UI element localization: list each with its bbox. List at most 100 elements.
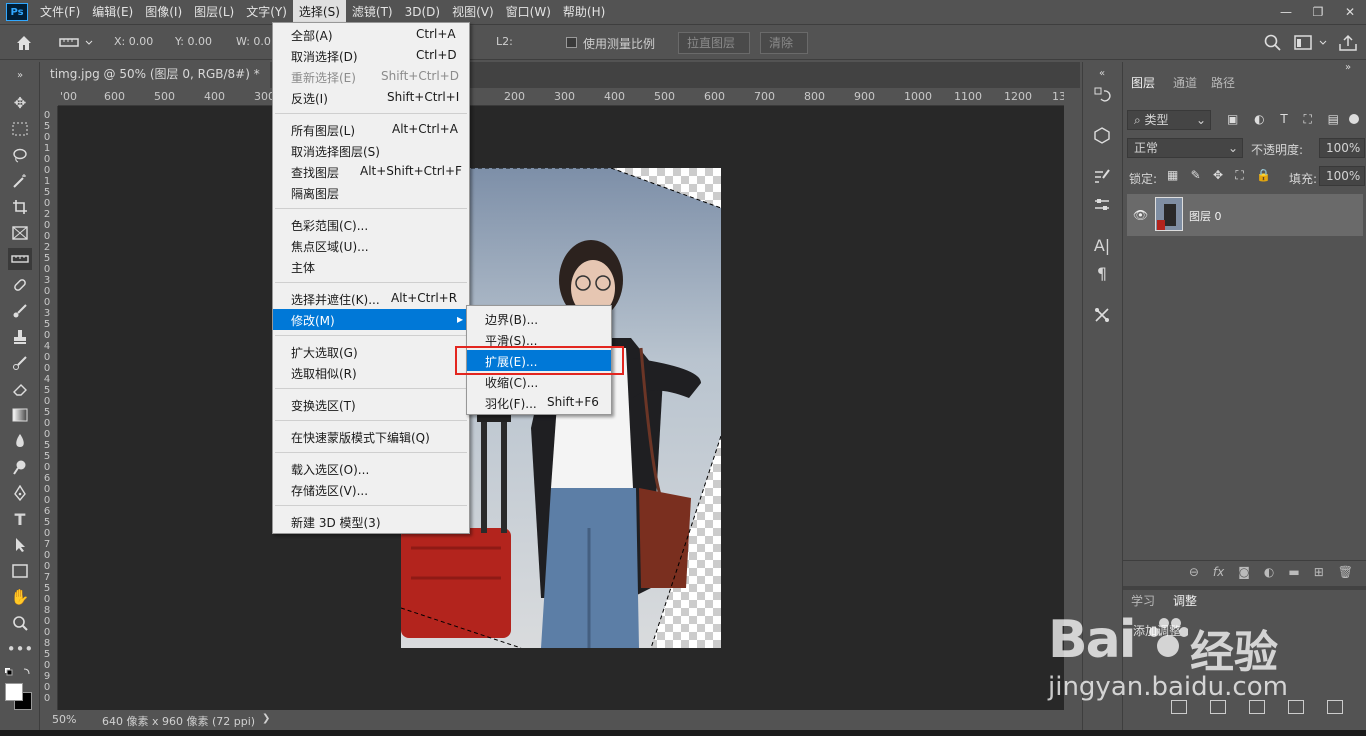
hand-tool-icon[interactable]: ✋ [8, 586, 32, 608]
collapse-icon[interactable]: » [8, 64, 32, 86]
foreground-color-swatch[interactable] [5, 683, 23, 701]
clone-stamp-tool-icon[interactable] [8, 326, 32, 348]
menu-item-inverse[interactable]: 反选(I) Shift+Ctrl+I [273, 87, 469, 108]
adjustment-filter-icon[interactable]: ◐ [1254, 112, 1264, 128]
menu-window[interactable]: 窗口(W) [500, 0, 557, 24]
document-tab[interactable]: timg.jpg @ 50% (图层 0, RGB/8#) * [40, 62, 270, 88]
menu-select[interactable]: 选择(S) [292, 0, 346, 24]
visibility-eye-icon[interactable]: 👁 [1133, 208, 1148, 222]
type-tool-icon[interactable]: T [8, 508, 32, 530]
menu-item-reselect[interactable]: 重新选择(E) Shift+Ctrl+D [273, 66, 469, 87]
search-icon[interactable] [1262, 33, 1284, 53]
tab-channels[interactable]: 通道 [1165, 72, 1205, 94]
menu-layer[interactable]: 图层(L) [188, 0, 240, 24]
lock-position-icon[interactable]: ✥ [1213, 168, 1223, 184]
layer-filter-select[interactable]: ⌕ 类型 ⌄ [1127, 110, 1211, 130]
menu-item-deselect-layers[interactable]: 取消选择图层(S) [273, 140, 469, 161]
straighten-layer-button[interactable]: 拉直图层 [678, 32, 750, 54]
menu-item-border[interactable]: 边界(B)... [467, 308, 611, 329]
zoom-tool-icon[interactable] [8, 612, 32, 634]
paragraph-icon[interactable]: ¶ [1090, 262, 1114, 284]
new-layer-icon[interactable]: ⊞ [1314, 565, 1324, 579]
path-selection-tool-icon[interactable] [8, 534, 32, 556]
more-tools-icon[interactable]: ••• [7, 638, 34, 660]
menu-item-save-selection[interactable]: 存储选区(V)... [273, 479, 469, 500]
tab-layers[interactable]: 图层 [1123, 72, 1164, 94]
tab-adjustments[interactable]: 调整 [1165, 590, 1206, 612]
menu-item-grow[interactable]: 扩大选取(G) [273, 341, 469, 362]
opacity-field[interactable]: 100% [1319, 138, 1365, 158]
gradient-tool-icon[interactable] [8, 404, 32, 426]
add-mask-icon[interactable]: ◙ [1238, 565, 1250, 579]
menu-view[interactable]: 视图(V) [446, 0, 500, 24]
menu-item-subject[interactable]: 主体 [273, 256, 469, 277]
blur-tool-icon[interactable] [8, 430, 32, 452]
delete-layer-icon[interactable]: 🗑 [1338, 565, 1353, 579]
close-button[interactable]: ✕ [1334, 0, 1366, 24]
zoom-level[interactable]: 50% [52, 713, 76, 726]
tool-presets-icon[interactable] [1090, 304, 1114, 326]
status-arrow-icon[interactable]: ❯ [262, 713, 270, 724]
swap-colors-icon[interactable] [4, 666, 34, 680]
lock-icons[interactable]: ▦ ✎ ✥ ⛶ 🔒 [1167, 168, 1271, 184]
crop-tool-icon[interactable] [8, 196, 32, 218]
menu-item-modify[interactable]: 修改(M) ▸ [273, 309, 469, 330]
marquee-tool-icon[interactable] [8, 118, 32, 140]
layer-row[interactable]: 👁 图层 0 [1127, 194, 1363, 236]
brush-settings-icon[interactable] [1090, 166, 1114, 188]
menu-item-focus-area[interactable]: 焦点区域(U)... [273, 235, 469, 256]
menu-help[interactable]: 帮助(H) [557, 0, 611, 24]
move-tool-icon[interactable]: ✥ [8, 92, 32, 114]
lasso-tool-icon[interactable] [8, 144, 32, 166]
menu-image[interactable]: 图像(I) [139, 0, 188, 24]
clear-button[interactable]: 清除 [760, 32, 808, 54]
history-icon[interactable] [1090, 84, 1114, 106]
fill-field[interactable]: 100% [1319, 166, 1365, 186]
pen-tool-icon[interactable] [8, 482, 32, 504]
fx-icon[interactable]: fx [1213, 565, 1224, 579]
share-icon[interactable] [1336, 33, 1360, 53]
menu-3d[interactable]: 3D(D) [399, 0, 446, 24]
lock-all-icon[interactable]: 🔒 [1256, 168, 1271, 184]
blend-mode-select[interactable]: 正常 ⌄ [1127, 138, 1243, 158]
character-icon[interactable]: A| [1090, 234, 1114, 256]
menu-item-feather[interactable]: 羽化(F)... Shift+F6 [467, 392, 611, 413]
tab-paths[interactable]: 路径 [1203, 72, 1243, 94]
new-adjustment-icon[interactable]: ◐ [1264, 565, 1274, 579]
menu-item-all-layers[interactable]: 所有图层(L) Alt+Ctrl+A [273, 119, 469, 140]
menu-filter[interactable]: 滤镜(T) [346, 0, 399, 24]
lock-image-icon[interactable]: ✎ [1191, 168, 1201, 184]
ruler-tool-icon[interactable] [8, 248, 32, 270]
lock-transparent-icon[interactable]: ▦ [1167, 168, 1178, 184]
shape-filter-icon[interactable]: ⛶ [1303, 112, 1311, 128]
collapse-icon[interactable]: « [1090, 62, 1114, 84]
filter-toggle[interactable] [1349, 114, 1359, 124]
new-group-icon[interactable]: ▬ [1288, 565, 1299, 579]
menu-file[interactable]: 文件(F) [34, 0, 86, 24]
tab-learn[interactable]: 学习 [1123, 590, 1163, 612]
menu-item-color-range[interactable]: 色彩范围(C)... [273, 214, 469, 235]
type-filter-icon[interactable]: T [1280, 112, 1287, 128]
eraser-tool-icon[interactable] [8, 378, 32, 400]
collapse-icon[interactable]: » [1345, 62, 1351, 73]
menu-item-similar[interactable]: 选取相似(R) [273, 362, 469, 383]
layer-name[interactable]: 图层 0 [1189, 208, 1222, 224]
menu-item-quick-mask[interactable]: 在快速蒙版模式下编辑(Q) [273, 426, 469, 447]
lock-artboard-icon[interactable]: ⛶ [1235, 168, 1243, 184]
home-icon[interactable] [14, 33, 34, 53]
magic-wand-tool-icon[interactable] [8, 170, 32, 192]
menu-item-new-3d-model[interactable]: 新建 3D 模型(3) [273, 511, 469, 532]
menu-item-load-selection[interactable]: 载入选区(O)... [273, 458, 469, 479]
menu-type[interactable]: 文字(Y) [240, 0, 293, 24]
menu-item-deselect[interactable]: 取消选择(D) Ctrl+D [273, 45, 469, 66]
menu-item-find-layers[interactable]: 查找图层 Alt+Shift+Ctrl+F [273, 161, 469, 182]
restore-button[interactable]: ❐ [1302, 0, 1334, 24]
menu-edit[interactable]: 编辑(E) [86, 0, 139, 24]
frame-tool-icon[interactable] [8, 222, 32, 244]
menu-item-select-all[interactable]: 全部(A) Ctrl+A [273, 24, 469, 45]
menu-item-transform-selection[interactable]: 变换选区(T) [273, 394, 469, 415]
smart-object-filter-icon[interactable]: ▤ [1328, 112, 1339, 128]
menu-item-isolate-layers[interactable]: 隔离图层 [273, 182, 469, 203]
workspace-icon[interactable] [1292, 33, 1332, 53]
adjustments-icon[interactable] [1090, 194, 1114, 216]
